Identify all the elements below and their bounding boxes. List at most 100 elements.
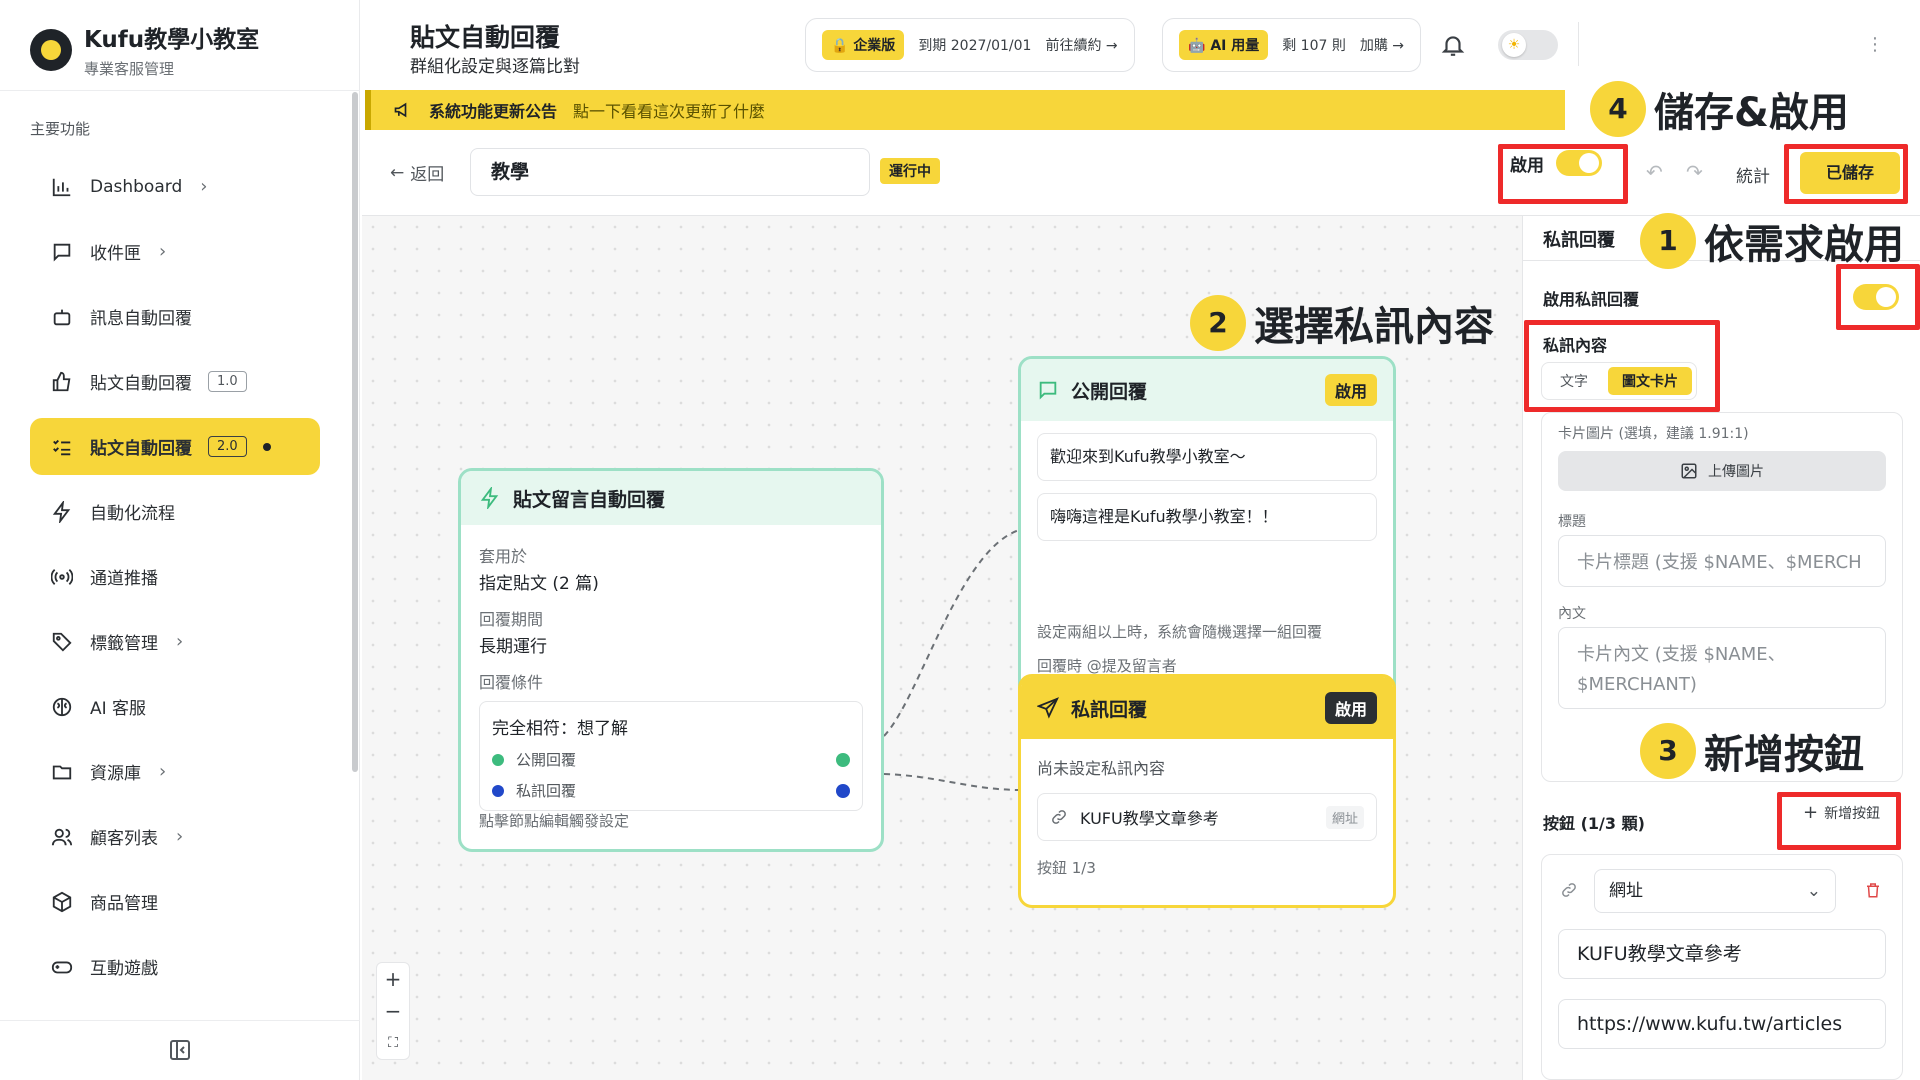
lightning-icon bbox=[479, 487, 501, 509]
rule-name-input[interactable]: 教學 bbox=[470, 148, 870, 196]
back-button[interactable]: ← 返回 bbox=[390, 160, 444, 186]
public-reply-node[interactable]: 公開回覆 啟用 歡迎來到Kufu教學小教室～ 嗨嗨這裡是Kufu教學小教室！！ … bbox=[1018, 356, 1396, 702]
condition-label: 回覆條件 bbox=[479, 673, 544, 692]
ai-tag: 🤖 AI 用量 bbox=[1179, 30, 1269, 60]
reply-message: 歡迎來到Kufu教學小教室～ bbox=[1037, 433, 1377, 481]
megaphone-icon bbox=[393, 100, 413, 120]
annotation-box-content bbox=[1524, 320, 1720, 412]
announcement-bar[interactable]: 系統功能更新公告 點一下看看這次更新了什麼 bbox=[365, 90, 1565, 130]
sidebar-item-label: 自動化流程 bbox=[90, 504, 175, 524]
sidebar-item-customers[interactable]: 顧客列表 › bbox=[30, 808, 320, 865]
card-title-input[interactable]: 卡片標題 (支援 $NAME、$MERCH bbox=[1558, 535, 1886, 587]
sidebar-nav: Dashboard › 收件匣 › 訊息自動回覆 貼文自動回覆 1.0 貼文自動… bbox=[30, 158, 320, 1003]
node-header: 貼文留言自動回覆 bbox=[461, 471, 881, 525]
zoom-out-icon[interactable]: − bbox=[377, 995, 409, 1027]
upload-label: 上傳圖片 bbox=[1708, 464, 1764, 480]
sidebar-item-ai-service[interactable]: AI 客服 bbox=[30, 678, 320, 735]
connector-private bbox=[883, 773, 1029, 792]
chevron-right-icon: › bbox=[159, 241, 167, 262]
public-output-port[interactable] bbox=[836, 752, 850, 767]
node-title: 貼文留言自動回覆 bbox=[513, 488, 666, 511]
plan-pill[interactable]: 🔒 企業版 到期 2027/01/01 前往續約 → bbox=[805, 18, 1135, 72]
condition-text: 完全相符：想了解 bbox=[492, 719, 628, 739]
sun-icon: ☀ bbox=[1502, 33, 1526, 57]
step-number: 3 bbox=[1640, 723, 1696, 779]
more-icon[interactable]: ⋮ bbox=[1866, 34, 1884, 55]
trigger-node[interactable]: 貼文留言自動回覆 套用於 指定貼文 (2 篇) 回覆期間 長期運行 回覆條件 完… bbox=[458, 468, 884, 852]
step-number: 2 bbox=[1190, 295, 1246, 351]
sidebar-item-message-auto-reply[interactable]: 訊息自動回覆 bbox=[30, 288, 320, 345]
collapse-sidebar-icon[interactable] bbox=[168, 1038, 192, 1062]
sidebar-item-games[interactable]: 互動遊戲 bbox=[30, 938, 320, 995]
ai-usage-pill[interactable]: 🤖 AI 用量 剩 107 則 加購 → bbox=[1162, 18, 1422, 72]
card-body-textarea[interactable]: 卡片內文 (支援 $NAME、 $MERCHANT) bbox=[1558, 627, 1886, 709]
upload-image-button[interactable]: 上傳圖片 bbox=[1558, 451, 1886, 491]
sidebar-item-tags[interactable]: 標籤管理 › bbox=[30, 613, 320, 670]
condition-box[interactable]: 完全相符：想了解 公開回覆 私訊回覆 bbox=[479, 701, 863, 811]
undo-icon[interactable]: ↶ bbox=[1646, 160, 1663, 184]
sidebar-item-label: 通道推播 bbox=[90, 569, 158, 589]
enabled-badge: 啟用 bbox=[1324, 374, 1377, 406]
redo-icon[interactable]: ↷ bbox=[1686, 160, 1703, 184]
sidebar-item-label: Dashboard bbox=[90, 176, 183, 197]
theme-toggle[interactable]: ☀ bbox=[1498, 30, 1558, 60]
button-count: 按鈕 1/3 bbox=[1037, 859, 1096, 877]
buy-more-link[interactable]: 加購 → bbox=[1360, 35, 1404, 55]
sidebar-item-label: 貼文自動回覆 bbox=[90, 374, 192, 394]
chevron-right-icon: › bbox=[176, 826, 184, 847]
step-number: 1 bbox=[1640, 213, 1696, 269]
button-type-badge: 網址 bbox=[1325, 805, 1364, 829]
sidebar-item-label: 收件匣 bbox=[90, 244, 141, 264]
annotation-box-add-button bbox=[1777, 792, 1901, 850]
list-check-icon bbox=[50, 435, 74, 459]
output-private: 私訊回覆 bbox=[492, 780, 850, 801]
apply-label: 套用於 bbox=[479, 547, 528, 566]
renew-link[interactable]: 前往續約 → bbox=[1045, 35, 1117, 55]
sidebar-item-label: 資源庫 bbox=[90, 764, 141, 784]
announcement-title: 系統功能更新公告 bbox=[429, 102, 558, 121]
brand[interactable]: Kufu教學小教室 專業客服管理 bbox=[30, 20, 259, 79]
button-preview: KUFU教學文章參考 網址 bbox=[1037, 793, 1377, 841]
sidebar-item-broadcast[interactable]: 通道推播 bbox=[30, 548, 320, 605]
button-type-select[interactable]: 網址 ⌄ bbox=[1594, 869, 1836, 913]
sidebar-item-dashboard[interactable]: Dashboard › bbox=[30, 158, 320, 215]
sidebar-scrollbar[interactable] bbox=[352, 92, 358, 772]
private-dot bbox=[492, 784, 504, 797]
fit-view-icon[interactable]: ⛶ bbox=[377, 1027, 409, 1059]
plan-expiry: 到期 2027/01/01 bbox=[918, 38, 1032, 54]
button-url-input[interactable]: https://www.kufu.tw/articles bbox=[1558, 999, 1886, 1049]
divider bbox=[0, 90, 360, 91]
mention-note: 回覆時 @提及留言者 bbox=[1037, 657, 1177, 675]
divider bbox=[0, 1020, 360, 1021]
sidebar-item-post-auto-reply-v1[interactable]: 貼文自動回覆 1.0 bbox=[30, 353, 320, 410]
button-label-input[interactable]: KUFU教學文章參考 bbox=[1558, 929, 1886, 979]
card-image-label: 卡片圖片 (選填，建議 1.91:1) bbox=[1558, 426, 1749, 442]
body-label: 內文 bbox=[1558, 606, 1586, 622]
step-text: 新增按鈕 bbox=[1704, 732, 1864, 778]
zoom-in-icon[interactable]: + bbox=[377, 963, 409, 995]
reply-message: 嗨嗨這裡是Kufu教學小教室！！ bbox=[1037, 493, 1377, 541]
annotation-box-save-enable bbox=[1498, 144, 1628, 204]
broadcast-icon bbox=[50, 565, 74, 589]
sidebar-item-post-auto-reply-v2[interactable]: 貼文自動回覆 2.0 bbox=[30, 418, 320, 475]
sidebar-item-products[interactable]: 商品管理 bbox=[30, 873, 320, 930]
trash-icon[interactable] bbox=[1864, 881, 1882, 899]
private-reply-node[interactable]: 私訊回覆 啟用 尚未設定私訊內容 KUFU教學文章參考 網址 按鈕 1/3 bbox=[1018, 674, 1396, 908]
sidebar-item-inbox[interactable]: 收件匣 › bbox=[30, 223, 320, 280]
sidebar: Kufu教學小教室 專業客服管理 主要功能 Dashboard › 收件匣 › … bbox=[0, 0, 360, 1080]
thumbs-up-icon bbox=[50, 370, 74, 394]
gamepad-icon bbox=[50, 955, 74, 979]
step-text: 儲存&啟用 bbox=[1654, 90, 1849, 136]
announcement-text: 點一下看看這次更新了什麼 bbox=[573, 102, 766, 121]
bell-icon[interactable] bbox=[1440, 32, 1466, 58]
sidebar-item-automation[interactable]: 自動化流程 bbox=[30, 483, 320, 540]
link-icon bbox=[1560, 881, 1578, 899]
sidebar-item-label: 標籤管理 bbox=[90, 634, 158, 654]
period-label: 回覆期間 bbox=[479, 610, 544, 629]
sidebar-item-resources[interactable]: 資源庫 › bbox=[30, 743, 320, 800]
sidebar-item-label: 互動遊戲 bbox=[90, 959, 158, 979]
private-output-port[interactable] bbox=[836, 783, 850, 798]
stats-button[interactable]: 統計 bbox=[1736, 162, 1770, 187]
image-icon bbox=[1680, 462, 1698, 480]
box-icon bbox=[50, 890, 74, 914]
